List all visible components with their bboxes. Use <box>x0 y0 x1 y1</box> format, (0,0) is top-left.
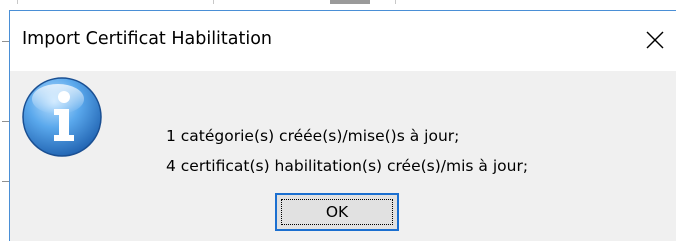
background-tick <box>213 0 214 4</box>
message-dialog: Import Certificat Habilitation 1 catégor… <box>9 10 676 241</box>
message-line-2: 4 certificat(s) habilitation(s) crée(s)/… <box>166 157 529 175</box>
message-line-1: 1 catégorie(s) créée(s)/mise()s à jour; <box>166 127 460 145</box>
info-icon <box>22 77 102 157</box>
background-tick <box>17 0 18 4</box>
background-sidebar-mark <box>2 121 9 122</box>
ok-button[interactable]: OK <box>275 193 399 231</box>
ok-button-label: OK <box>325 203 349 221</box>
background-window-marker <box>330 0 370 4</box>
close-icon <box>646 31 664 49</box>
background-sidebar-mark <box>2 41 9 42</box>
dialog-body: 1 catégorie(s) créée(s)/mise()s à jour; … <box>10 71 676 241</box>
close-button[interactable] <box>640 25 670 55</box>
dialog-title: Import Certificat Habilitation <box>22 29 273 49</box>
dialog-titlebar[interactable]: Import Certificat Habilitation <box>10 11 676 71</box>
background-window-sidebar <box>0 10 9 241</box>
background-tick <box>395 0 396 4</box>
background-sidebar-mark <box>2 181 9 182</box>
background-window-edge <box>0 0 676 10</box>
